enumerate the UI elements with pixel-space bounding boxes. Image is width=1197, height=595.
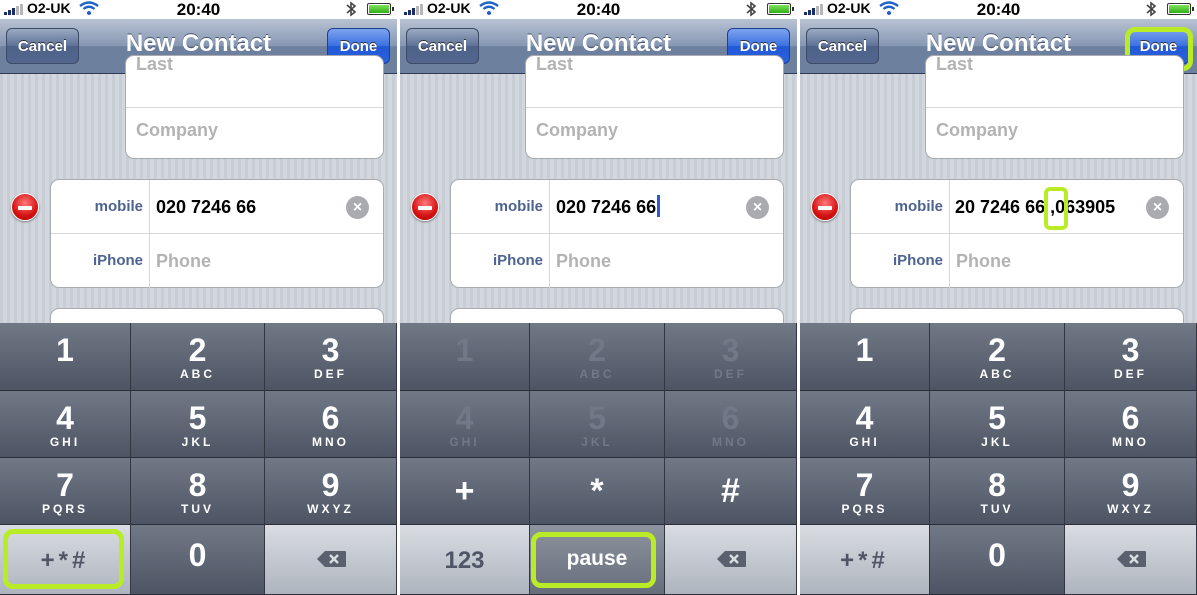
iphone-input[interactable]: Phone — [550, 234, 783, 288]
name-group: Last Company — [525, 54, 784, 160]
mobile-label[interactable]: mobile — [451, 180, 550, 233]
phone-screen-1: O2-UK 20:40 Cancel New Contact Done Last… — [0, 0, 397, 595]
battery-icon — [367, 3, 394, 15]
mobile-label[interactable]: mobile — [51, 180, 150, 233]
key-5[interactable]: 5 JKL — [930, 391, 1065, 458]
iphone-label[interactable]: iPhone — [451, 234, 550, 288]
key-6[interactable]: 6 MNO — [265, 391, 397, 458]
key-3[interactable]: 3 DEF — [265, 323, 397, 391]
key-4[interactable]: 4 GHI — [0, 391, 131, 458]
key-1: 1 — [400, 323, 530, 391]
delete-row-icon[interactable] — [411, 193, 439, 221]
backspace-key[interactable] — [665, 525, 797, 595]
clear-icon[interactable]: × — [346, 196, 369, 219]
name-group: Last Company — [125, 54, 384, 160]
plus-key[interactable]: + — [400, 458, 530, 525]
bluetooth-icon — [346, 1, 357, 17]
key-0[interactable]: 0 — [930, 525, 1065, 595]
numbers-key[interactable]: 123 — [400, 525, 530, 595]
company-field[interactable]: Company — [126, 108, 383, 160]
last-name-field[interactable]: Last — [526, 54, 783, 108]
backspace-icon — [1116, 551, 1146, 567]
clear-icon[interactable]: × — [746, 196, 769, 219]
hash-key[interactable]: # — [665, 458, 797, 525]
highlight-pause-key — [531, 532, 656, 588]
backspace-key[interactable] — [265, 525, 397, 595]
iphone-row: iPhone Phone — [451, 234, 783, 288]
backspace-icon — [716, 551, 746, 567]
clear-icon[interactable]: × — [1146, 196, 1169, 219]
battery-icon — [767, 3, 794, 15]
key-0[interactable]: 0 — [131, 525, 265, 595]
bluetooth-icon — [1146, 1, 1157, 17]
iphone-row: iPhone Phone — [851, 234, 1183, 288]
panel-divider — [797, 0, 800, 595]
key-5[interactable]: 5 JKL — [131, 391, 265, 458]
screenshot-triptych: O2-UK 20:40 Cancel New Contact Done Last… — [0, 0, 1197, 595]
key-2[interactable]: 2 ABC — [930, 323, 1065, 391]
backspace-key[interactable] — [1065, 525, 1197, 595]
phone-group: mobile 020 7246 66 × iPhone Phone — [450, 179, 784, 288]
key-9[interactable]: 9 WXYZ — [1065, 458, 1197, 525]
key-7[interactable]: 7 PQRS — [800, 458, 930, 525]
phone-keypad: 1 2 ABC 3 DEF 4 GHI 5 JKL 6 MNO 7 PQRS 8 TUV 9W… — [800, 323, 1197, 595]
panel-divider — [397, 0, 400, 595]
clock: 20:40 — [976, 0, 1021, 19]
key-2: 2 ABC — [530, 323, 665, 391]
iphone-label[interactable]: iPhone — [851, 234, 950, 288]
symbols-key[interactable]: +*# — [800, 525, 930, 595]
company-field[interactable]: Company — [926, 108, 1183, 160]
company-field[interactable]: Company — [526, 108, 783, 160]
key-4[interactable]: 4 GHI — [800, 391, 930, 458]
backspace-icon — [316, 551, 346, 567]
key-1[interactable]: 1 — [800, 323, 930, 391]
key-8[interactable]: 8 TUV — [930, 458, 1065, 525]
iphone-input[interactable]: Phone — [150, 234, 383, 288]
key-8[interactable]: 8 TUV — [131, 458, 265, 525]
last-name-field[interactable]: Last — [126, 54, 383, 108]
mobile-input[interactable]: 020 7246 66 × — [550, 180, 783, 233]
key-3[interactable]: 3 DEF — [1065, 323, 1197, 391]
mobile-row: mobile 020 7246 66 × — [451, 180, 783, 234]
mobile-row: mobile 020 7246 66 × — [51, 180, 383, 234]
mobile-row: mobile 20 7246 66 ,063905 × — [851, 180, 1183, 234]
key-4: 4 GHI — [400, 391, 530, 458]
key-6[interactable]: 6 MNO — [1065, 391, 1197, 458]
name-group: Last Company — [925, 54, 1184, 160]
clock: 20:40 — [576, 0, 621, 19]
star-key[interactable]: * — [530, 458, 665, 525]
clock: 20:40 — [176, 0, 221, 19]
delete-row-icon[interactable] — [811, 193, 839, 221]
iphone-row: iPhone Phone — [51, 234, 383, 288]
highlight-symbols-key — [3, 529, 124, 589]
key-2[interactable]: 2 ABC — [131, 323, 265, 391]
key-6: 6 MNO — [665, 391, 797, 458]
status-bar: O2-UK 20:40 — [0, 0, 397, 19]
key-7[interactable]: 7 PQRS — [0, 458, 131, 525]
phone-group: mobile 020 7246 66 × iPhone Phone — [50, 179, 384, 288]
key-5: 5 JKL — [530, 391, 665, 458]
text-cursor — [657, 195, 661, 217]
battery-icon — [1167, 3, 1194, 15]
iphone-input[interactable]: Phone — [950, 234, 1183, 288]
status-bar: O2-UK 20:40 — [800, 0, 1197, 19]
key-3: 3 DEF — [665, 323, 797, 391]
phone-group: mobile 20 7246 66 ,063905 × iPhone Phone — [850, 179, 1184, 288]
bluetooth-icon — [746, 1, 757, 17]
status-bar: O2-UK 20:40 — [400, 0, 797, 19]
highlight-pause-character — [1044, 187, 1068, 230]
last-name-field[interactable]: Last — [926, 54, 1183, 108]
phone-screen-2: O2-UK 20:40 Cancel New Contact Done Last… — [400, 0, 797, 595]
key-1[interactable]: 1 — [0, 323, 131, 391]
key-9[interactable]: 9 WXYZ — [265, 458, 397, 525]
mobile-label[interactable]: mobile — [851, 180, 950, 233]
delete-row-icon[interactable] — [11, 193, 39, 221]
iphone-label[interactable]: iPhone — [51, 234, 150, 288]
phone-screen-3: O2-UK 20:40 Cancel New Contact Done Last… — [800, 0, 1197, 595]
mobile-input[interactable]: 020 7246 66 × — [150, 180, 383, 233]
